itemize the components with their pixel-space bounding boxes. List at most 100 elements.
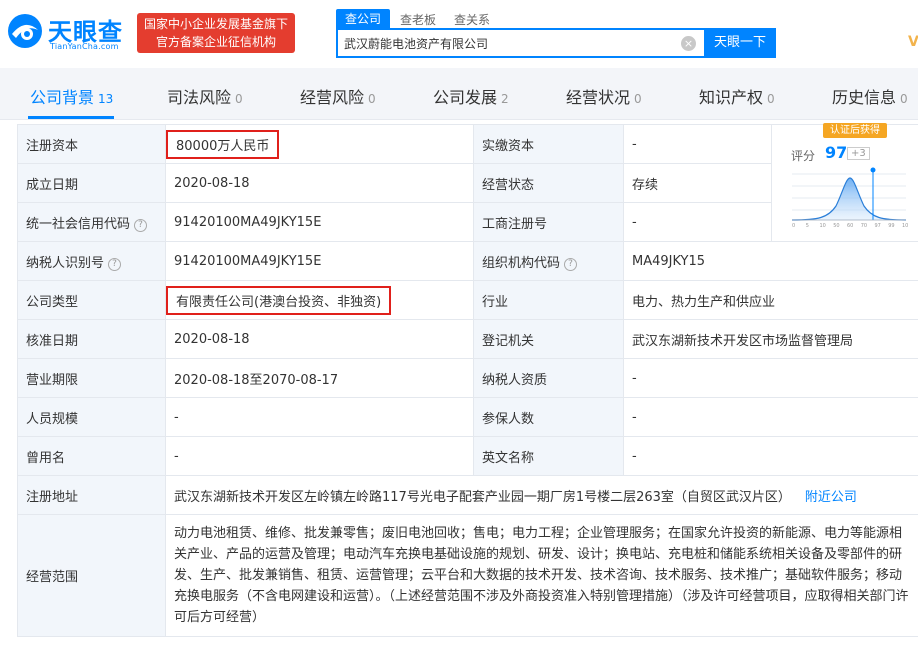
search-tab-boss[interactable]: 查老板 bbox=[400, 11, 436, 28]
nearby-companies-link[interactable]: 附近公司 bbox=[805, 490, 857, 505]
tick-label: 0 bbox=[792, 223, 795, 229]
tax-id-label: 纳税人识别号? bbox=[17, 241, 166, 281]
tab-count: 0 bbox=[900, 92, 908, 106]
address-label: 注册地址 bbox=[17, 475, 166, 515]
en-name-label: 英文名称 bbox=[473, 436, 624, 476]
help-icon[interactable]: ? bbox=[134, 218, 148, 232]
tab-judicial-risk[interactable]: 司法风险 0 bbox=[167, 84, 243, 108]
score-marker-pin bbox=[870, 167, 876, 173]
term-value: 2020-08-18至2070-08-17 bbox=[165, 358, 474, 398]
help-icon[interactable]: ? bbox=[564, 257, 578, 271]
score-distribution-chart: 0 5 10 50 60 70 97 99 100 bbox=[791, 167, 908, 229]
en-name-value: - bbox=[623, 436, 918, 476]
former-name-value: - bbox=[165, 436, 474, 476]
score-delta: +3 bbox=[847, 147, 870, 160]
tab-label: 经营风险 bbox=[300, 88, 365, 107]
tab-count: 0 bbox=[767, 92, 775, 106]
industry-label: 行业 bbox=[473, 280, 624, 320]
tick-label: 97 bbox=[875, 223, 881, 229]
table-row: 注册地址 武汉东湖新技术开发区左岭镇左岭路117号光电子配套产业园一期厂房1号楼… bbox=[17, 475, 918, 515]
search-tab-company[interactable]: 查公司 bbox=[336, 9, 391, 28]
tab-count: 0 bbox=[235, 92, 243, 106]
address-value: 武汉东湖新技术开发区左岭镇左岭路117号光电子配套产业园一期厂房1号楼二层263… bbox=[165, 475, 918, 515]
org-code-label: 组织机构代码? bbox=[473, 241, 624, 281]
search-tab-relation[interactable]: 查关系 bbox=[454, 11, 490, 28]
staff-value: - bbox=[165, 397, 474, 437]
section-tabs: 公司背景 13 司法风险 0 经营风险 0 公司发展 2 经营状况 0 知识产权 0 历史信… bbox=[0, 68, 918, 120]
industry-value: 电力、热力生产和供应业 bbox=[623, 280, 918, 320]
tab-label: 历史信息 bbox=[832, 88, 897, 107]
score-value: 97 bbox=[825, 143, 848, 162]
paid-capital-value: - bbox=[623, 124, 772, 164]
search-value: 武汉蔚能电池资产有限公司 bbox=[344, 37, 489, 51]
approve-date-value: 2020-08-18 bbox=[165, 319, 474, 359]
tab-ip[interactable]: 知识产权 0 bbox=[699, 84, 775, 108]
badge-line-2: 官方备案企业征信机构 bbox=[155, 35, 276, 49]
authority-value: 武汉东湖新技术开发区市场监督管理局 bbox=[623, 319, 918, 359]
table-row: 曾用名 - 英文名称 - bbox=[17, 436, 918, 476]
tax-id-value: 91420100MA49JKY15E bbox=[165, 241, 474, 281]
search-tabs: 查公司 查老板 查关系 bbox=[336, 9, 508, 28]
status-value: 存续 bbox=[623, 163, 772, 203]
tab-label: 经营状况 bbox=[566, 88, 631, 107]
reg-capital-label: 注册资本 bbox=[17, 124, 166, 164]
tab-development[interactable]: 公司发展 2 bbox=[433, 84, 509, 108]
tick-label: 10 bbox=[820, 223, 826, 229]
logo-subtitle: TianYanCha.com bbox=[50, 42, 119, 51]
table-row: 营业期限 2020-08-18至2070-08-17 纳税人资质 - bbox=[17, 358, 918, 398]
tick-label: 50 bbox=[833, 223, 839, 229]
search-input[interactable]: 武汉蔚能电池资产有限公司 × bbox=[336, 28, 704, 58]
insured-value: - bbox=[623, 397, 918, 437]
tab-count: 2 bbox=[501, 92, 509, 106]
tab-business-status[interactable]: 经营状况 0 bbox=[566, 84, 642, 108]
tab-count: 0 bbox=[634, 92, 642, 106]
credit-code-value: 91420100MA49JKY15E bbox=[165, 202, 474, 242]
tick-label: 100 bbox=[902, 223, 908, 229]
staff-label: 人员规模 bbox=[17, 397, 166, 437]
tax-id-label-text: 纳税人识别号 bbox=[26, 255, 105, 271]
tab-operating-risk[interactable]: 经营风险 0 bbox=[300, 84, 376, 108]
former-name-label: 曾用名 bbox=[17, 436, 166, 476]
score-label: 评分 bbox=[791, 149, 816, 163]
table-row: 人员规模 - 参保人数 - bbox=[17, 397, 918, 437]
badge-line-1: 国家中小企业发展基金旗下 bbox=[143, 17, 288, 31]
official-badge: 国家中小企业发展基金旗下 官方备案企业征信机构 bbox=[137, 13, 295, 53]
taxpayer-value: - bbox=[623, 358, 918, 398]
tab-label: 公司发展 bbox=[433, 88, 498, 107]
tab-label: 知识产权 bbox=[699, 88, 764, 107]
tab-label: 公司背景 bbox=[30, 88, 95, 107]
certify-badge[interactable]: 认证后获得 bbox=[823, 123, 887, 138]
table-row: 注册资本 80000万人民币 实缴资本 - bbox=[17, 124, 918, 242]
paid-capital-label: 实缴资本 bbox=[473, 124, 624, 164]
highlight-box-type: 有限责任公司(港澳台投资、非独资) bbox=[166, 285, 392, 315]
authority-label: 登记机关 bbox=[473, 319, 624, 359]
term-label: 营业期限 bbox=[17, 358, 166, 398]
approve-date-label: 核准日期 bbox=[17, 319, 166, 359]
table-row: 核准日期 2020-08-18 登记机关 武汉东湖新技术开发区市场监督管理局 bbox=[17, 319, 918, 359]
reg-no-label: 工商注册号 bbox=[473, 202, 624, 242]
table-row: 纳税人识别号? 91420100MA49JKY15E 组织机构代码? MA49J… bbox=[17, 241, 918, 281]
top-header: 天眼查 TianYanCha.com 国家中小企业发展基金旗下 官方备案企业征信… bbox=[0, 0, 918, 68]
search-button[interactable]: 天眼一下 bbox=[704, 28, 776, 58]
tick-label: 5 bbox=[806, 223, 809, 229]
clear-icon[interactable]: × bbox=[681, 36, 696, 51]
logo-eye-icon bbox=[8, 14, 42, 48]
org-code-label-text: 组织机构代码 bbox=[482, 255, 561, 271]
status-label: 经营状态 bbox=[473, 163, 624, 203]
tick-labels: 0 5 10 50 60 70 97 99 100 bbox=[792, 223, 908, 229]
reg-no-value: - bbox=[623, 202, 772, 242]
business-info-table: 注册资本 80000万人民币 实缴资本 - 成立日期 2020-08-18 经营… bbox=[17, 124, 918, 637]
logo[interactable]: 天眼查 TianYanCha.com bbox=[6, 10, 130, 56]
tick-label: 99 bbox=[888, 223, 894, 229]
insured-label: 参保人数 bbox=[473, 397, 624, 437]
tab-company-background[interactable]: 公司背景 13 bbox=[30, 84, 113, 108]
table-row: 经营范围 动力电池租赁、维修、批发兼零售；废旧电池回收；售电；电力工程；企业管理… bbox=[17, 514, 918, 637]
scope-label: 经营范围 bbox=[17, 514, 166, 637]
vip-icon[interactable]: V bbox=[908, 34, 918, 50]
org-code-value: MA49JKY15 bbox=[623, 241, 918, 281]
tab-history[interactable]: 历史信息 0 bbox=[832, 84, 908, 108]
help-icon[interactable]: ? bbox=[108, 257, 122, 271]
scope-value: 动力电池租赁、维修、批发兼零售；废旧电池回收；售电；电力工程；企业管理服务；在国… bbox=[165, 514, 918, 637]
credit-code-label-text: 统一社会信用代码 bbox=[26, 216, 131, 232]
tab-count: 13 bbox=[98, 92, 114, 106]
